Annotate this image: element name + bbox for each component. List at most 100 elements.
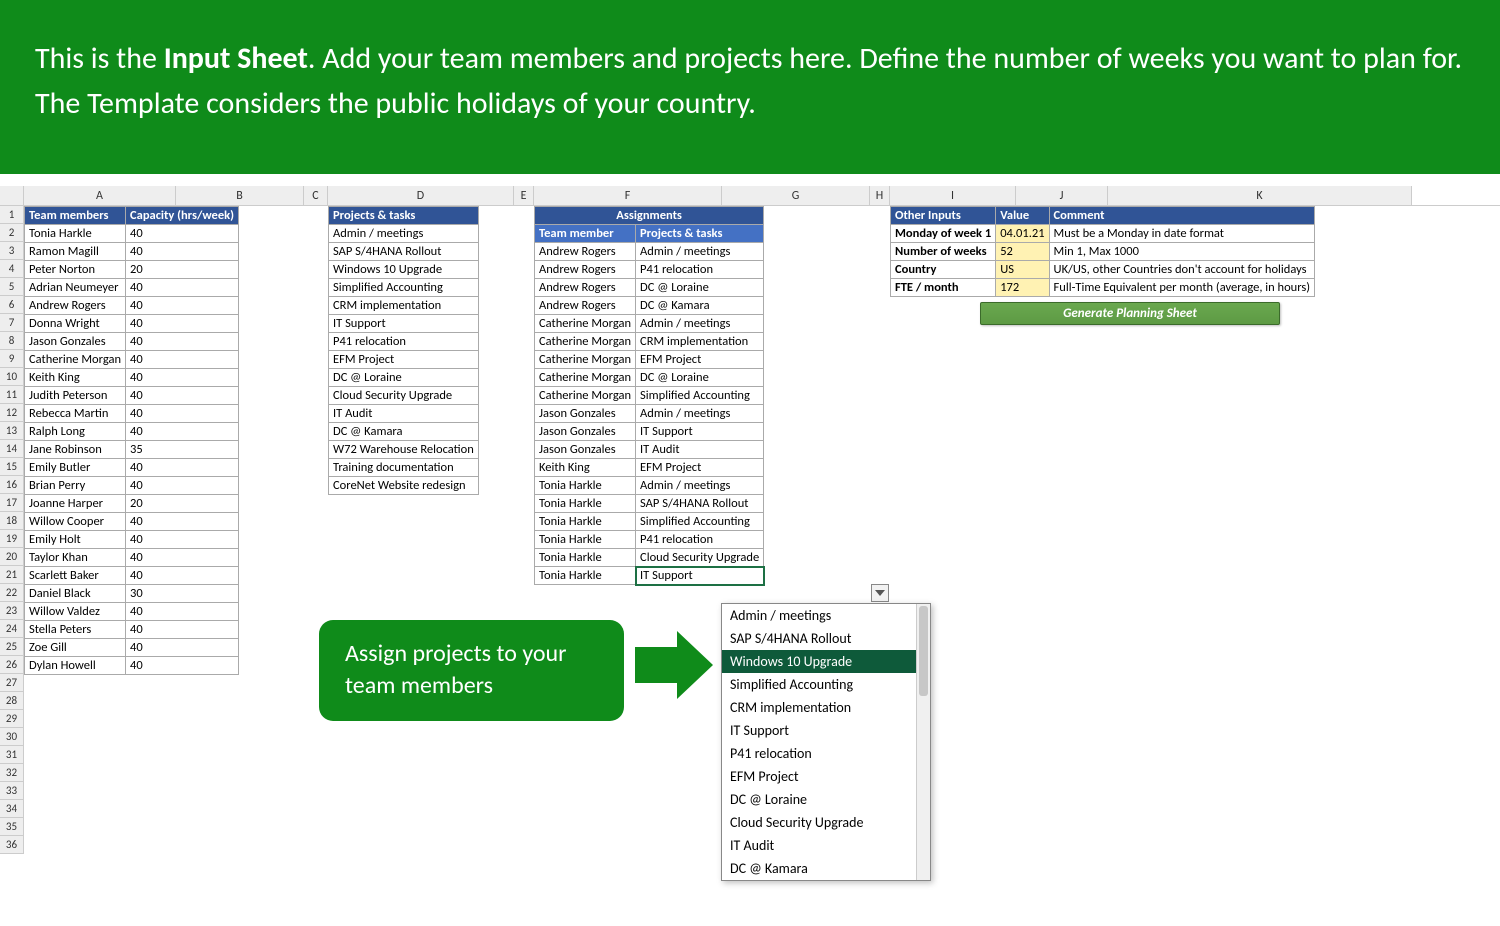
table-row[interactable]: Jason Gonzales40 — [25, 333, 239, 351]
team-member-name[interactable]: Judith Peterson — [25, 387, 126, 405]
team-member-name[interactable]: Tonia Harkle — [25, 225, 126, 243]
project-name[interactable]: Training documentation — [329, 459, 479, 477]
table-row[interactable]: Catherine MorganCRM implementation — [535, 333, 764, 351]
team-member-name[interactable]: Joanne Harper — [25, 495, 126, 513]
table-row[interactable]: Tonia HarkleAdmin / meetings — [535, 477, 764, 495]
table-row[interactable]: Jason GonzalesIT Audit — [535, 441, 764, 459]
table-row[interactable]: Donna Wright40 — [25, 315, 239, 333]
table-row[interactable]: P41 relocation — [329, 333, 479, 351]
assignment-member[interactable]: Andrew Rogers — [535, 243, 636, 261]
table-row[interactable]: Rebecca Martin40 — [25, 405, 239, 423]
assignment-project[interactable]: P41 relocation — [636, 261, 764, 279]
row-header-6[interactable]: 6 — [0, 296, 24, 314]
table-row[interactable]: Willow Valdez40 — [25, 603, 239, 621]
team-member-name[interactable]: Andrew Rogers — [25, 297, 126, 315]
table-row[interactable]: Emily Holt40 — [25, 531, 239, 549]
table-row[interactable]: Judith Peterson40 — [25, 387, 239, 405]
assignment-project[interactable]: IT Support — [636, 423, 764, 441]
table-row[interactable]: Jason GonzalesAdmin / meetings — [535, 405, 764, 423]
team-member-capacity[interactable]: 40 — [126, 243, 239, 261]
table-row[interactable]: Andrew RogersP41 relocation — [535, 261, 764, 279]
team-member-name[interactable]: Rebecca Martin — [25, 405, 126, 423]
assignment-project[interactable]: Admin / meetings — [636, 405, 764, 423]
other-input-value[interactable]: 52 — [996, 243, 1049, 261]
table-row[interactable]: Tonia HarkleSAP S/4HANA Rollout — [535, 495, 764, 513]
table-row[interactable]: DC @ Kamara — [329, 423, 479, 441]
row-header-25[interactable]: 25 — [0, 638, 24, 656]
assignment-member[interactable]: Keith King — [535, 459, 636, 477]
project-name[interactable]: Windows 10 Upgrade — [329, 261, 479, 279]
team-member-name[interactable]: Scarlett Baker — [25, 567, 126, 585]
team-member-name[interactable]: Donna Wright — [25, 315, 126, 333]
team-member-name[interactable]: Ramon Magill — [25, 243, 126, 261]
project-name[interactable]: DC @ Kamara — [329, 423, 479, 441]
row-header-5[interactable]: 5 — [0, 278, 24, 296]
row-header-30[interactable]: 30 — [0, 728, 24, 746]
project-name[interactable]: EFM Project — [329, 351, 479, 369]
table-row[interactable]: Windows 10 Upgrade — [329, 261, 479, 279]
other-input-value[interactable]: 04.01.21 — [996, 225, 1049, 243]
row-header-10[interactable]: 10 — [0, 368, 24, 386]
team-member-name[interactable]: Daniel Black — [25, 585, 126, 603]
team-member-name[interactable]: Emily Holt — [25, 531, 126, 549]
row-header-1[interactable]: 1 — [0, 206, 24, 224]
team-member-capacity[interactable]: 40 — [126, 423, 239, 441]
table-row[interactable]: Zoe Gill40 — [25, 639, 239, 657]
table-row[interactable]: Tonia HarkleP41 relocation — [535, 531, 764, 549]
table-row[interactable]: Dylan Howell40 — [25, 657, 239, 675]
team-member-capacity[interactable]: 40 — [126, 225, 239, 243]
table-row[interactable]: Willow Cooper40 — [25, 513, 239, 531]
column-header-C[interactable]: C — [304, 186, 328, 205]
row-header-35[interactable]: 35 — [0, 818, 24, 836]
row-header-3[interactable]: 3 — [0, 242, 24, 260]
row-header-28[interactable]: 28 — [0, 692, 24, 710]
team-member-capacity[interactable]: 40 — [126, 621, 239, 639]
row-header-14[interactable]: 14 — [0, 440, 24, 458]
assignment-project[interactable]: IT Audit — [636, 441, 764, 459]
assignment-member[interactable]: Catherine Morgan — [535, 351, 636, 369]
table-row[interactable]: Peter Norton20 — [25, 261, 239, 279]
table-row[interactable]: Cloud Security Upgrade — [329, 387, 479, 405]
table-row[interactable]: Stella Peters40 — [25, 621, 239, 639]
table-row[interactable]: Jane Robinson35 — [25, 441, 239, 459]
project-name[interactable]: DC @ Loraine — [329, 369, 479, 387]
table-row[interactable]: Jason GonzalesIT Support — [535, 423, 764, 441]
table-row[interactable]: Andrew RogersDC @ Kamara — [535, 297, 764, 315]
assignment-project[interactable]: Simplified Accounting — [636, 513, 764, 531]
row-header-2[interactable]: 2 — [0, 224, 24, 242]
row-header-15[interactable]: 15 — [0, 458, 24, 476]
row-header-12[interactable]: 12 — [0, 404, 24, 422]
row-header-29[interactable]: 29 — [0, 710, 24, 728]
table-row[interactable]: Tonia Harkle40 — [25, 225, 239, 243]
assignment-member[interactable]: Jason Gonzales — [535, 423, 636, 441]
table-row[interactable]: Simplified Accounting — [329, 279, 479, 297]
assignment-member[interactable]: Jason Gonzales — [535, 405, 636, 423]
table-row[interactable]: W72 Warehouse Relocation — [329, 441, 479, 459]
team-member-capacity[interactable]: 20 — [126, 261, 239, 279]
table-row[interactable]: IT Support — [329, 315, 479, 333]
table-row[interactable]: Admin / meetings — [329, 225, 479, 243]
team-member-capacity[interactable]: 40 — [126, 333, 239, 351]
row-header-13[interactable]: 13 — [0, 422, 24, 440]
team-member-capacity[interactable]: 40 — [126, 405, 239, 423]
team-member-name[interactable]: Dylan Howell — [25, 657, 126, 675]
table-row[interactable]: Ramon Magill40 — [25, 243, 239, 261]
project-name[interactable]: SAP S/4HANA Rollout — [329, 243, 479, 261]
project-name[interactable]: IT Audit — [329, 405, 479, 423]
team-member-name[interactable]: Taylor Khan — [25, 549, 126, 567]
table-row[interactable]: Tonia HarkleIT Support — [535, 567, 764, 585]
assignment-member[interactable]: Catherine Morgan — [535, 315, 636, 333]
assignment-project[interactable]: Admin / meetings — [636, 477, 764, 495]
table-row[interactable]: Tonia HarkleSimplified Accounting — [535, 513, 764, 531]
row-header-18[interactable]: 18 — [0, 512, 24, 530]
team-member-capacity[interactable]: 40 — [126, 477, 239, 495]
assignment-project[interactable]: IT Support — [636, 567, 764, 585]
table-row[interactable]: Andrew Rogers40 — [25, 297, 239, 315]
table-row[interactable]: Tonia HarkleCloud Security Upgrade — [535, 549, 764, 567]
project-name[interactable]: CRM implementation — [329, 297, 479, 315]
column-header-E[interactable]: E — [514, 186, 534, 205]
dropdown-option[interactable]: Windows 10 Upgrade — [722, 650, 930, 673]
team-member-capacity[interactable]: 20 — [126, 495, 239, 513]
row-header-9[interactable]: 9 — [0, 350, 24, 368]
table-row[interactable]: Number of weeks52Min 1, Max 1000 — [891, 243, 1315, 261]
